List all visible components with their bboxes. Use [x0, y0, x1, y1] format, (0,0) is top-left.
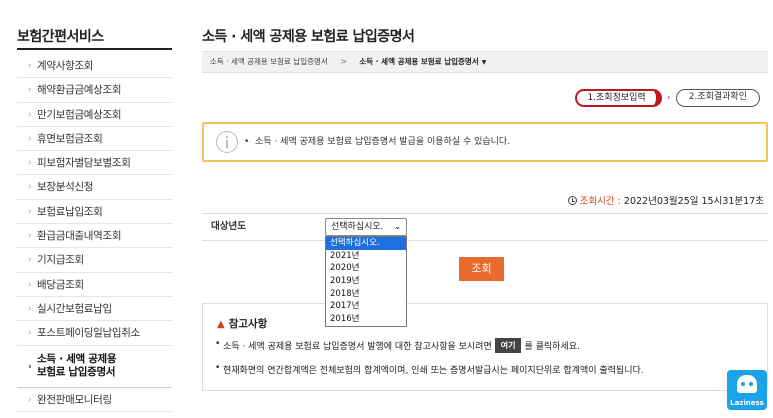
- sidebar-item-label: 배당금조회: [37, 278, 84, 291]
- sidebar-item-label: 완전판매모니터링: [37, 393, 112, 406]
- reference-title: ▲ 참고사항: [217, 316, 267, 331]
- year-label: 대상년도: [211, 221, 246, 232]
- bullet-icon: ›: [28, 182, 32, 193]
- bullet: •: [215, 339, 221, 349]
- reference-line-2: • 현재화면의 연간합계액은 전체보험의 합계액이며, 인쇄 또는 증명서발급시…: [215, 363, 644, 376]
- page-title: 소득 · 세액 공제용 보험료 납입증명서: [202, 29, 415, 45]
- bullet-icon: ›: [28, 303, 32, 314]
- notice-box: • 소득 · 세액 공제용 보험료 납입증명서 발급을 이용하실 수 있습니다.: [202, 122, 768, 162]
- sidebar-item-label: 휴면보험금조회: [37, 132, 103, 145]
- query-time: 조회시간 : 2022년03월25일 15시31분17초: [567, 193, 764, 207]
- reference-line-1-text: 소득 · 세액 공제용 보험료 납입증명서 발행에 대한 참고사항을 보시려면: [223, 342, 492, 352]
- sidebar-item-label: 피보험자별담보별조회: [37, 157, 131, 170]
- sidebar-item-label: 계약사항조회: [37, 60, 94, 72]
- notice-text: 소득 · 세액 공제용 보험료 납입증명서 발급을 이용하실 수 있습니다.: [255, 137, 511, 147]
- sidebar-item-contract[interactable]: › 계약사항조회: [17, 54, 172, 79]
- sidebar-item-insured-coverage[interactable]: › 피보험자별담보별조회: [17, 151, 172, 176]
- sidebar-item-label: 환급금대출내역조회: [37, 230, 122, 243]
- sidebar-item-label: 해약환급금예상조회: [37, 84, 122, 97]
- reference-line-1: • 소득 · 세액 공제용 보험료 납입증명서 발행에 대한 참고사항을 보시려…: [215, 338, 580, 354]
- sidebar-item-dividend[interactable]: › 배당금조회: [17, 273, 172, 297]
- sidebar-item-label-line1: 소득 · 세액 공제용: [37, 352, 117, 365]
- reference-line-2-text: 현재화면의 연간합계액은 전체보험의 합계액이며, 인쇄 또는 증명서발급시는 …: [223, 366, 644, 376]
- laziness-label: Laziness: [730, 399, 764, 407]
- bullet: •: [215, 363, 221, 373]
- sidebar-item-label: 만기보험금예상조회: [37, 108, 122, 121]
- step-input-info: 1.조회정보입력: [575, 89, 662, 107]
- search-button[interactable]: 조회: [459, 257, 504, 281]
- chevron-down-icon: ▼: [481, 59, 487, 66]
- sidebar: 보험간편서비스 › 계약사항조회 › 해약환급금예상조회 › 만기보험금예상조회 › 휴…: [0, 0, 175, 418]
- laziness-face-icon: [737, 375, 757, 393]
- info-icon: [216, 131, 238, 153]
- year-option[interactable]: 2018년: [326, 288, 406, 301]
- bullet-icon: ›: [28, 255, 32, 266]
- sidebar-item-paid-claims[interactable]: › 기지급조회: [17, 248, 172, 273]
- breadcrumb-parent[interactable]: 소득 · 세액 공제용 보험료 납입증명서: [210, 57, 328, 66]
- step-indicator: 1.조회정보입력 › 2.조회결과확인: [575, 89, 760, 107]
- bullet-icon: ›: [28, 279, 32, 290]
- breadcrumb-separator-icon: >: [340, 57, 347, 66]
- sidebar-item-label: 보장분석신청: [37, 181, 94, 194]
- warning-icon: ▲: [217, 319, 225, 330]
- bullet-icon: ›: [28, 158, 32, 169]
- breadcrumb-current[interactable]: 소득 · 세액 공제용 보험료 납입증명서 ▼: [359, 57, 486, 66]
- reference-line-1-suffix: 를 클릭하세요.: [524, 342, 580, 352]
- sidebar-item-label: 실시간보험료납입: [37, 302, 112, 315]
- sidebar-item-postpaid-cancel[interactable]: › 포스트페이딩일납입취소: [17, 321, 172, 346]
- sidebar-title-divider: [17, 48, 172, 50]
- sidebar-item-coverage-analysis[interactable]: › 보장분석신청: [17, 175, 172, 200]
- year-form-row: 대상년도 선택하십시오. ⌄: [202, 213, 768, 241]
- reference-box: ▲ 참고사항 • 소득 · 세액 공제용 보험료 납입증명서 발행에 대한 참고사…: [202, 303, 768, 391]
- bullet-icon: ›: [28, 109, 32, 120]
- bullet-icon: ›: [28, 133, 32, 144]
- year-option[interactable]: 2020년: [326, 262, 406, 275]
- year-select[interactable]: 선택하십시오. ⌄: [325, 218, 407, 236]
- year-option[interactable]: 2021년: [326, 250, 406, 263]
- bullet-icon: ›: [28, 61, 32, 71]
- sidebar-item-premium-payment[interactable]: › 보험료납입조회: [17, 200, 172, 225]
- main-content: 소득 · 세액 공제용 보험료 납입증명서 소득 · 세액 공제용 보험료 납입…: [202, 0, 768, 418]
- bullet-icon: ›: [28, 361, 32, 372]
- step-result-check: 2.조회결과확인: [675, 89, 760, 107]
- laziness-widget[interactable]: Laziness: [727, 370, 767, 410]
- query-time-label: 조회시간 :: [579, 196, 621, 207]
- sidebar-item-sales-monitoring[interactable]: › 완전판매모니터링: [17, 388, 172, 412]
- sidebar-menu: › 계약사항조회 › 해약환급금예상조회 › 만기보험금예상조회 › 휴면보험금조회 ›…: [17, 54, 172, 412]
- bullet-icon: ›: [28, 85, 32, 96]
- breadcrumb-current-label: 소득 · 세액 공제용 보험료 납입증명서: [359, 57, 479, 66]
- sidebar-item-label: 포스트페이딩일납입취소: [37, 327, 140, 340]
- year-option[interactable]: 2017년: [326, 300, 406, 313]
- sidebar-item-label: 보험료납입조회: [37, 205, 103, 218]
- sidebar-item-label: 기지급조회: [37, 254, 84, 267]
- year-option[interactable]: 2016년: [326, 313, 406, 326]
- here-button[interactable]: 여기: [494, 338, 522, 353]
- sidebar-item-label-line2: 보험료 납입증명서: [37, 365, 116, 378]
- sidebar-item-dormant[interactable]: › 휴면보험금조회: [17, 127, 172, 152]
- sidebar-item-maturity[interactable]: › 만기보험금예상조회: [17, 103, 172, 127]
- chevron-down-icon: ⌄: [394, 222, 401, 231]
- sidebar-item-tax-certificate[interactable]: › 소득 · 세액 공제용 보험료 납입증명서: [17, 346, 172, 388]
- sidebar-item-surrender-refund[interactable]: › 해약환급금예상조회: [17, 78, 172, 103]
- sidebar-item-realtime-payment[interactable]: › 실시간보험료납입: [17, 297, 172, 322]
- year-option[interactable]: 선택하십시오.: [326, 237, 406, 250]
- clock-icon: [567, 196, 577, 205]
- bullet-icon: ›: [28, 206, 32, 217]
- query-time-value: 2022년03월25일 15시31분17초: [623, 196, 764, 207]
- bullet-icon: ›: [28, 231, 32, 242]
- step-arrow-icon: ›: [666, 93, 671, 103]
- sidebar-title: 보험간편서비스: [17, 29, 104, 45]
- year-select-value: 선택하십시오.: [331, 222, 384, 232]
- bullet-icon: ›: [28, 394, 32, 405]
- reference-title-text: 참고사항: [228, 318, 268, 330]
- notice-bullet: •: [244, 137, 256, 147]
- breadcrumb: 소득 · 세액 공제용 보험료 납입증명서 > 소득 · 세액 공제용 보험료 …: [202, 51, 768, 73]
- year-option[interactable]: 2019년: [326, 275, 406, 288]
- bullet-icon: ›: [28, 328, 32, 339]
- sidebar-item-loan-history[interactable]: › 환급금대출내역조회: [17, 224, 172, 249]
- year-dropdown: 선택하십시오. 2021년 2020년 2019년 2018년 2017년 20…: [325, 236, 407, 327]
